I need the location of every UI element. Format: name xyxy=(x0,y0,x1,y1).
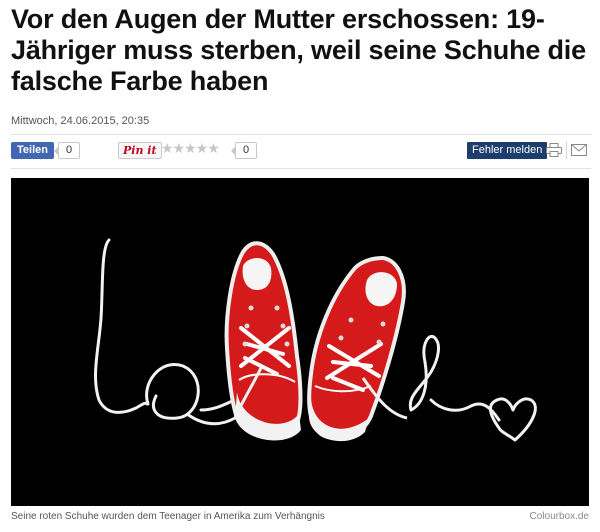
facebook-share-button[interactable]: Teilen xyxy=(11,142,54,159)
icon-separator xyxy=(566,141,567,159)
mail-icon[interactable] xyxy=(571,144,587,156)
headline: Vor den Augen der Mutter erschossen: 19-… xyxy=(11,4,586,96)
rating-stars[interactable]: ★★★★★ xyxy=(161,140,220,157)
divider xyxy=(11,134,591,135)
report-error-button[interactable]: Fehler melden xyxy=(467,142,548,159)
facebook-share-count: 0 xyxy=(54,142,80,159)
publish-date: Mittwoch, 24.06.2015, 20:35 xyxy=(11,115,150,127)
divider xyxy=(11,168,591,169)
pinterest-pin-button[interactable]: Pin it xyxy=(118,142,162,159)
photo-credit: Colourbox.de xyxy=(529,511,589,522)
photo-caption: Seine roten Schuhe wurden dem Teenager i… xyxy=(11,511,325,522)
red-sneakers-love-illustration xyxy=(11,178,589,506)
article-photo xyxy=(11,178,589,506)
rating-count: 0 xyxy=(231,142,257,159)
print-icon[interactable] xyxy=(546,143,562,157)
